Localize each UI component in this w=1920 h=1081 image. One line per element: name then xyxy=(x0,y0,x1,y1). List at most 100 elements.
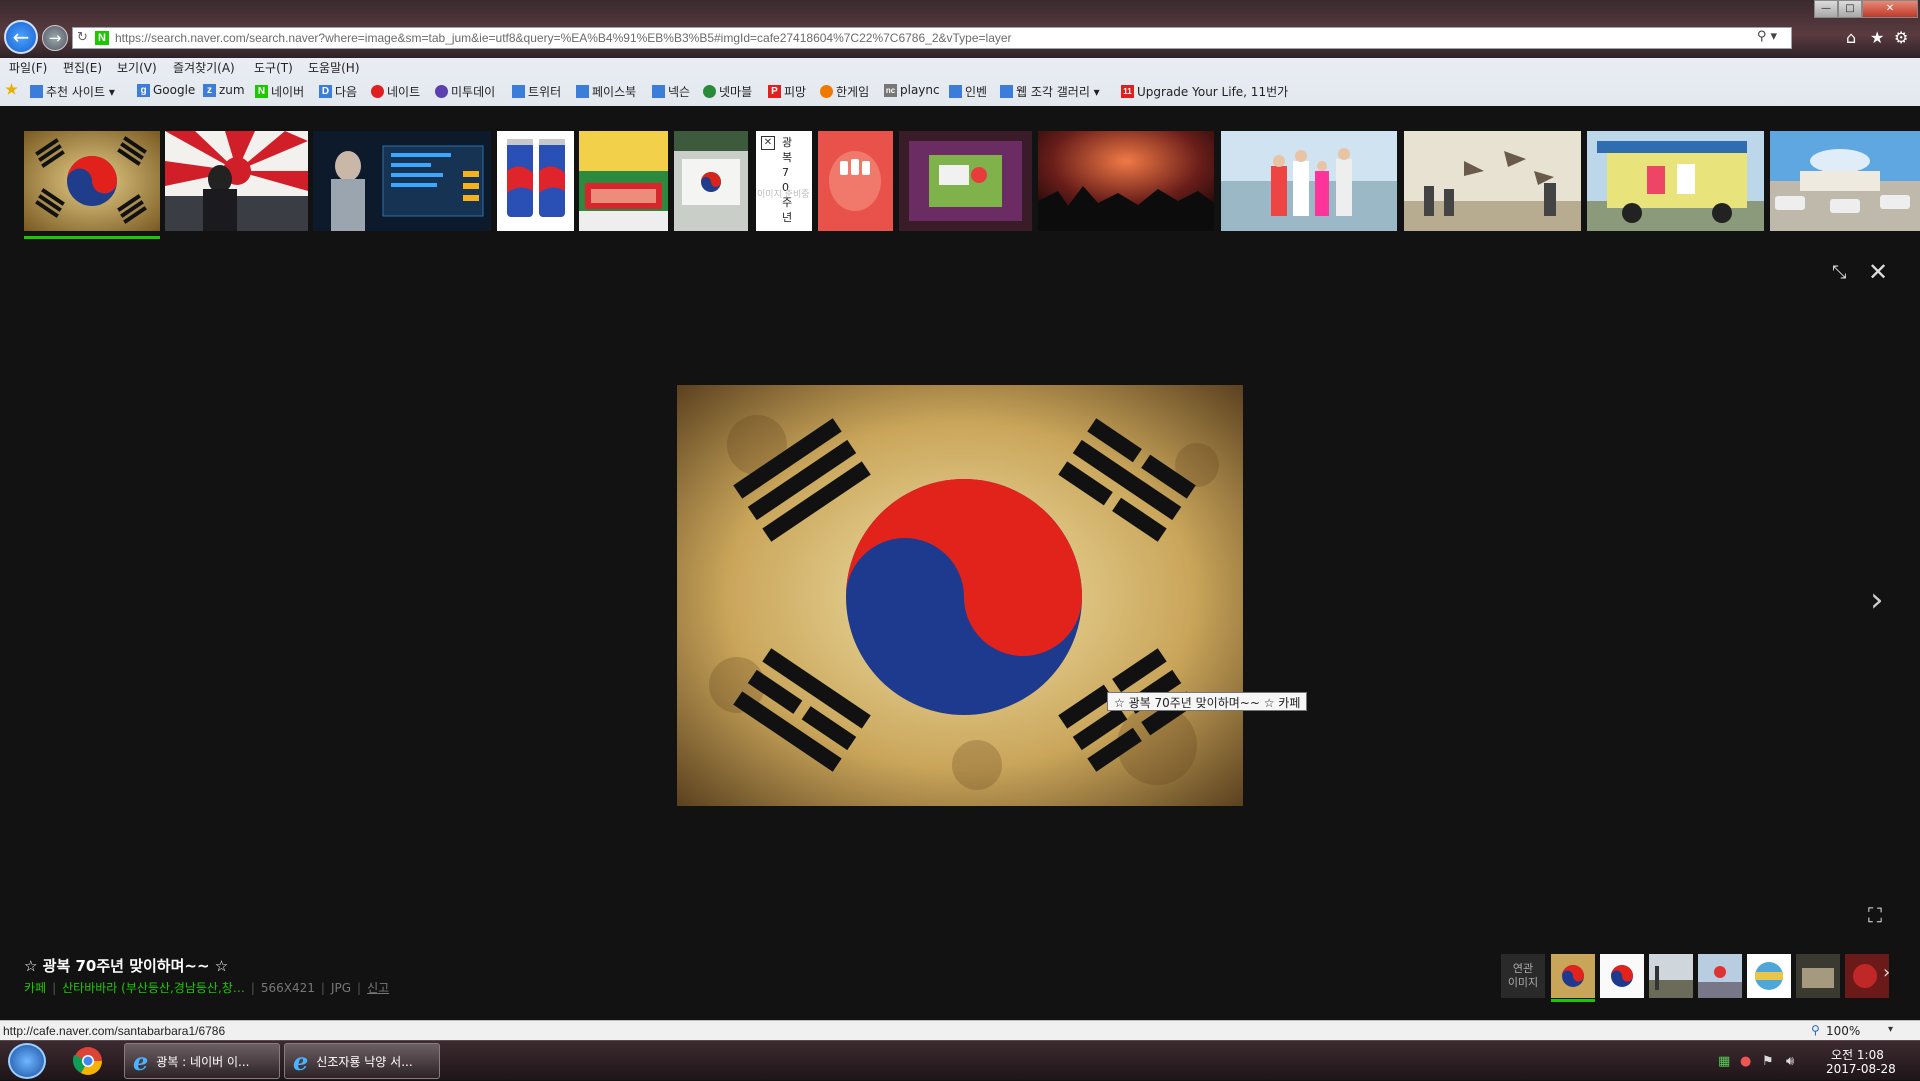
app-tray-icon[interactable]: ● xyxy=(1740,1054,1751,1069)
separator: | xyxy=(320,981,325,995)
network-tray-icon[interactable]: ▦ xyxy=(1718,1054,1730,1069)
favorite-item[interactable]: 한게임 xyxy=(820,83,869,100)
search-icon[interactable]: ⚲ ▾ xyxy=(1757,29,1777,44)
favorite-item[interactable]: g Google xyxy=(137,83,195,97)
image-thumbnail[interactable] xyxy=(1770,131,1920,231)
image-thumbnail[interactable] xyxy=(313,131,491,231)
favorite-item[interactable]: 웹 조각 갤러리 ▾ xyxy=(1000,83,1100,100)
separator: | xyxy=(250,981,255,995)
favorite-item[interactable]: 페이스북 xyxy=(576,83,636,100)
favorite-item[interactable]: 트위터 xyxy=(512,83,561,100)
image-thumbnail[interactable] xyxy=(818,131,893,231)
taskbar: e 광복 : 네이버 이... e 신조자룡 낙양 서... ▦ ● ⚑ 🔊︎ … xyxy=(0,1040,1920,1080)
image-thumbnail[interactable] xyxy=(674,131,748,231)
related-thumbnail[interactable] xyxy=(1796,954,1840,998)
me2day-icon xyxy=(435,85,448,98)
favorite-item[interactable]: 넷마블 xyxy=(703,83,752,100)
home-icon[interactable]: ⌂ xyxy=(1846,28,1856,47)
image-thumbnail[interactable] xyxy=(24,131,160,231)
favorite-item[interactable]: D 다음 xyxy=(319,83,357,100)
related-thumbnail[interactable] xyxy=(1600,954,1644,998)
close-icon[interactable]: ✕ xyxy=(1868,258,1888,286)
menu-tools[interactable]: 도구(T) xyxy=(254,59,293,76)
image-thumbnail[interactable] xyxy=(1404,131,1581,231)
report-link[interactable]: 신고 xyxy=(367,981,389,995)
chevron-down-icon[interactable]: ▾ xyxy=(1888,1024,1893,1035)
refresh-icon[interactable]: ↻ xyxy=(77,30,88,45)
taskbar-item[interactable]: e 광복 : 네이버 이... xyxy=(124,1043,280,1079)
image-result-strip: ✕ 광복 70 주년 이미지 준비중 xyxy=(0,106,1920,242)
chrome-taskbar-icon[interactable] xyxy=(68,1045,108,1077)
taskbar-item[interactable]: e 신조자룡 낙양 서... xyxy=(284,1043,440,1079)
favorites-star-icon[interactable]: ★ xyxy=(1870,28,1884,47)
menu-file[interactable]: 파일(F) xyxy=(9,59,47,76)
add-favorite-icon[interactable]: ★ xyxy=(5,82,18,96)
image-tooltip: ☆ 광복 70주년 맞이하며~~ ☆ 카페 xyxy=(1107,692,1308,711)
menu-view[interactable]: 보기(V) xyxy=(117,59,157,76)
favorite-item[interactable]: 네이트 xyxy=(371,83,420,100)
related-images-label: 연관 이미지 xyxy=(1501,954,1545,998)
favorite-item[interactable]: 인벤 xyxy=(949,83,987,100)
image-thumbnail[interactable] xyxy=(579,131,668,231)
favorite-item[interactable]: z zum xyxy=(203,83,245,97)
related-thumbnail[interactable] xyxy=(1747,954,1791,998)
menu-help[interactable]: 도움말(H) xyxy=(308,59,360,76)
image-thumbnail[interactable] xyxy=(899,131,1032,231)
source-name-link[interactable]: 산타바바라 (부산등산,경남등산,창… xyxy=(62,981,245,995)
11st-icon: 11 xyxy=(1121,85,1134,98)
related-next-icon[interactable]: › xyxy=(1883,962,1890,983)
clock-time[interactable]: 오전 1:08 xyxy=(1831,1046,1884,1063)
netmarble-icon xyxy=(703,85,716,98)
selected-thumbnail-indicator xyxy=(24,236,160,239)
related-thumbnail[interactable] xyxy=(1551,954,1595,998)
main-image[interactable] xyxy=(677,385,1243,806)
separator: | xyxy=(52,981,57,995)
zum-icon: z xyxy=(203,83,216,97)
start-button[interactable] xyxy=(8,1043,46,1079)
related-thumbnail[interactable] xyxy=(1649,954,1693,998)
zoom-icon: ⚲ xyxy=(1811,1023,1820,1037)
arrow-left-icon: ← xyxy=(12,25,30,49)
volume-icon[interactable]: 🔊︎ xyxy=(1786,1054,1794,1069)
source-type-link[interactable]: 카페 xyxy=(24,981,46,995)
window-minimize-button[interactable]: — xyxy=(1814,0,1838,18)
gear-icon[interactable]: ⚙ xyxy=(1894,28,1908,47)
action-center-icon[interactable]: ⚑ xyxy=(1762,1054,1774,1069)
image-thumbnail[interactable] xyxy=(165,131,308,231)
nate-icon xyxy=(371,85,384,98)
forward-button[interactable]: → xyxy=(42,25,68,51)
image-thumbnail[interactable]: ✕ 광복 70 주년 이미지 준비중 xyxy=(756,131,812,231)
page-icon xyxy=(949,85,962,98)
image-thumbnail[interactable] xyxy=(497,131,574,231)
menu-favorites[interactable]: 즐겨찾기(A) xyxy=(173,59,235,76)
status-bar: http://cafe.naver.com/santabarbara1/6786… xyxy=(0,1020,1920,1040)
back-button[interactable]: ← xyxy=(4,20,38,54)
fullscreen-icon[interactable]: ⛶ xyxy=(1868,903,1882,927)
clock-date[interactable]: 2017-08-28 xyxy=(1826,1062,1896,1076)
url-text[interactable]: https://search.naver.com/search.naver?wh… xyxy=(115,31,1012,45)
menu-edit[interactable]: 편집(E) xyxy=(63,59,102,76)
naver-favicon-icon: N xyxy=(95,31,109,45)
image-thumbnail[interactable] xyxy=(1587,131,1764,231)
favorite-item[interactable]: N 네이버 xyxy=(255,83,304,100)
related-thumbnail[interactable] xyxy=(1698,954,1742,998)
image-thumbnail[interactable] xyxy=(1221,131,1397,231)
image-thumbnail[interactable] xyxy=(1038,131,1214,231)
favorite-item[interactable]: 미투데이 xyxy=(435,83,495,100)
next-image-icon[interactable]: › xyxy=(1870,580,1884,620)
window-close-button[interactable]: ✕ xyxy=(1862,0,1918,18)
image-dimensions: 566X421 xyxy=(260,981,315,995)
related-images: 연관 이미지 › xyxy=(1501,952,1895,1002)
favorite-item[interactable]: 11 Upgrade Your Life, 11번가 xyxy=(1121,83,1288,100)
zoom-level[interactable]: 100% xyxy=(1826,1024,1860,1038)
address-bar[interactable]: ↻ N https://search.naver.com/search.nave… xyxy=(72,27,1792,49)
thumbnail-text: 광복 70 주년 xyxy=(782,136,793,224)
favorite-item[interactable]: 추천 사이트 ▾ xyxy=(30,83,115,100)
collapse-icon[interactable]: ⤡ xyxy=(1832,262,1846,283)
favorite-item[interactable]: 넥슨 xyxy=(652,83,690,100)
window-maximize-button[interactable]: □ xyxy=(1838,0,1862,18)
google-icon: g xyxy=(137,83,150,97)
favorite-item[interactable]: nc plaync xyxy=(884,83,940,97)
page-icon xyxy=(576,85,589,98)
favorite-item[interactable]: P 피망 xyxy=(768,83,806,100)
